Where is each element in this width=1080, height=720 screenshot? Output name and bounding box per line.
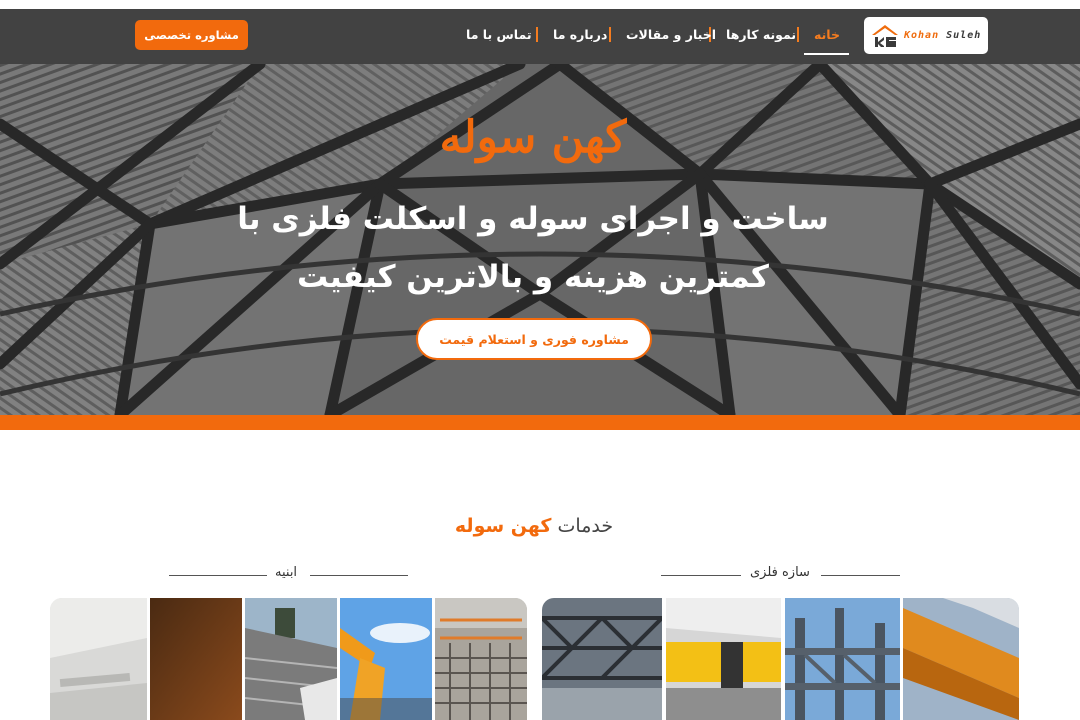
service-tile-crane-hall[interactable] bbox=[666, 598, 781, 720]
service-tile-steel-frame[interactable] bbox=[785, 598, 900, 720]
crane-hall-image bbox=[666, 598, 781, 720]
service-tile-roof-truss[interactable] bbox=[542, 598, 662, 720]
nav-active-underline bbox=[804, 53, 849, 55]
hero-subtitle: ساخت و اجرای سوله و اسکلت فلزی با کمترین… bbox=[0, 190, 1066, 306]
services-heading-accent: کهن سوله bbox=[454, 515, 552, 537]
nav-item-contact[interactable]: تماس با ما bbox=[466, 26, 532, 44]
category-line bbox=[169, 575, 267, 576]
steel-beam-image bbox=[903, 598, 1019, 720]
logo-mark-icon bbox=[872, 24, 898, 47]
nav-item-portfolio[interactable]: نمونه کارها bbox=[726, 26, 796, 44]
roof-image bbox=[245, 598, 337, 720]
services-heading: خدمات کهن سوله bbox=[0, 515, 1068, 537]
accent-divider bbox=[0, 415, 1080, 430]
hero-title: کهن سوله bbox=[439, 112, 627, 163]
service-tile-rebar-deck[interactable] bbox=[435, 598, 527, 720]
category-label-buildings: ابنیه bbox=[275, 565, 298, 580]
wood-panel-image bbox=[150, 598, 242, 720]
category-line bbox=[310, 575, 408, 576]
service-tile-concrete[interactable] bbox=[50, 598, 147, 720]
logo-word-1: Kohan bbox=[904, 30, 940, 41]
service-tile-excavator[interactable] bbox=[340, 598, 432, 720]
service-tile-steel-beam[interactable] bbox=[903, 598, 1019, 720]
nav-item-about[interactable]: درباره ما bbox=[553, 26, 607, 44]
nav-item-home[interactable]: خانه bbox=[814, 26, 840, 44]
rebar-deck-image bbox=[435, 598, 527, 720]
logo-text: Kohan Suleh bbox=[904, 30, 981, 41]
brand-logo[interactable]: Kohan Suleh bbox=[864, 17, 988, 54]
nav-separator bbox=[609, 27, 611, 42]
instant-quote-button[interactable]: مشاوره فوری و استعلام قیمت bbox=[416, 318, 652, 360]
category-line bbox=[821, 575, 900, 576]
concrete-image bbox=[50, 598, 147, 720]
steel-frame-image bbox=[785, 598, 900, 720]
roof-truss-image bbox=[542, 598, 662, 720]
nav-separator bbox=[797, 27, 799, 42]
nav-separator bbox=[536, 27, 538, 42]
service-tile-roof[interactable] bbox=[245, 598, 337, 720]
category-line bbox=[661, 575, 741, 576]
nav-item-news[interactable]: اخبار و مقالات bbox=[626, 26, 716, 44]
category-label-metal-structure: سازه فلزی bbox=[750, 565, 810, 580]
expert-consult-button[interactable]: مشاوره تخصصی bbox=[135, 20, 248, 50]
hero-subtitle-line-1: ساخت و اجرای سوله و اسکلت فلزی با bbox=[237, 201, 829, 237]
hero-subtitle-line-2: کمترین هزینه و بالاترین کیفیت bbox=[297, 259, 769, 295]
excavator-image bbox=[340, 598, 432, 720]
service-tile-wood-panel[interactable] bbox=[150, 598, 242, 720]
logo-word-2: Suleh bbox=[946, 30, 982, 41]
services-heading-prefix: خدمات bbox=[557, 515, 614, 537]
